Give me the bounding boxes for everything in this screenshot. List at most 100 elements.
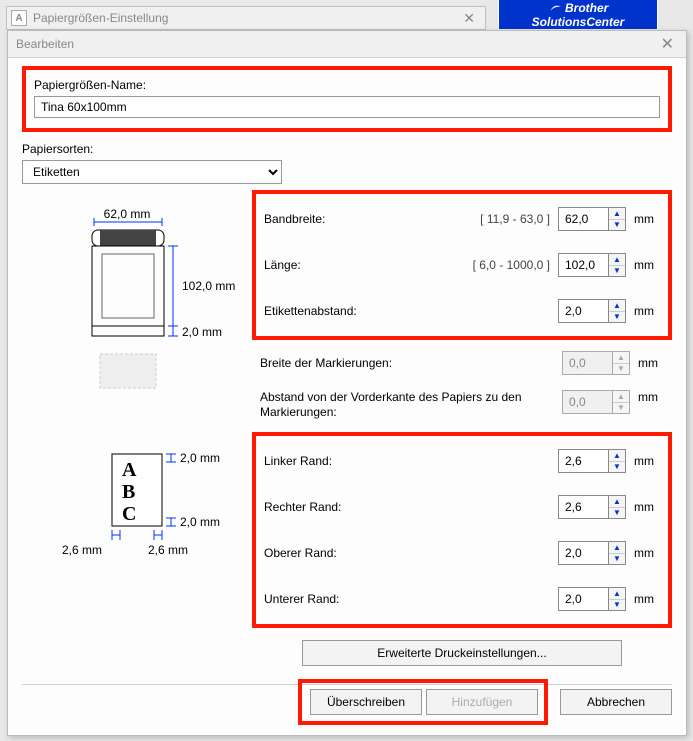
svg-text:2,0 mm: 2,0 mm bbox=[180, 451, 220, 465]
down-icon: ▼ bbox=[613, 403, 629, 414]
name-label: Papiergrößen-Name: bbox=[34, 78, 660, 92]
tape-width-range: [ 11,9 - 63,0 ] bbox=[480, 212, 550, 226]
left-margin-input[interactable] bbox=[558, 449, 608, 473]
svg-text:B: B bbox=[122, 481, 135, 503]
paper-types-select[interactable]: Etiketten bbox=[22, 160, 282, 184]
length-spinner[interactable]: ▲▼ bbox=[558, 253, 626, 277]
mark-dist-spinner: ▲▼ bbox=[562, 390, 630, 414]
up-icon[interactable]: ▲ bbox=[609, 300, 625, 312]
margins-highlight: Linker Rand: ▲▼ mm Rechter Rand: ▲▼ bbox=[252, 432, 672, 628]
parent-window-close-icon[interactable]: ✕ bbox=[457, 10, 481, 27]
length-row: Länge: [ 6,0 - 1000,0 ] ▲▼ mm bbox=[256, 242, 668, 288]
overwrite-button[interactable]: Überschreiben bbox=[310, 689, 422, 715]
brother-line2: SolutionsCenter bbox=[532, 15, 625, 29]
left-margin-spinner[interactable]: ▲▼ bbox=[558, 449, 626, 473]
svg-text:2,0 mm: 2,0 mm bbox=[182, 325, 222, 339]
fields-column: Bandbreite: [ 11,9 - 63,0 ] ▲▼ mm Länge:… bbox=[252, 190, 672, 666]
svg-text:A: A bbox=[122, 459, 137, 481]
svg-text:C: C bbox=[122, 503, 136, 525]
brother-line1: Brother bbox=[565, 1, 608, 15]
bottom-margin-input[interactable] bbox=[558, 587, 608, 611]
app-icon: A bbox=[11, 10, 27, 26]
tape-width-row: Bandbreite: [ 11,9 - 63,0 ] ▲▼ mm bbox=[256, 196, 668, 242]
paper-types-label: Papiersorten: bbox=[22, 142, 672, 156]
name-section-highlight: Papiergrößen-Name: bbox=[22, 66, 672, 132]
down-icon[interactable]: ▼ bbox=[609, 508, 625, 519]
down-icon[interactable]: ▼ bbox=[609, 462, 625, 473]
unit-label: mm bbox=[634, 212, 660, 226]
name-input[interactable] bbox=[34, 96, 660, 118]
down-icon[interactable]: ▼ bbox=[609, 220, 625, 231]
bottom-margin-row: Unterer Rand: ▲▼ mm bbox=[256, 576, 668, 622]
up-icon[interactable]: ▲ bbox=[609, 496, 625, 508]
bottom-margin-spinner[interactable]: ▲▼ bbox=[558, 587, 626, 611]
top-margin-spinner[interactable]: ▲▼ bbox=[558, 541, 626, 565]
svg-text:62,0 mm: 62,0 mm bbox=[104, 207, 151, 221]
top-margin-input[interactable] bbox=[558, 541, 608, 565]
length-input[interactable] bbox=[558, 253, 608, 277]
tape-width-input[interactable] bbox=[558, 207, 608, 231]
length-range: [ 6,0 - 1000,0 ] bbox=[473, 258, 550, 272]
up-icon: ▲ bbox=[613, 391, 629, 403]
down-icon: ▼ bbox=[613, 364, 629, 375]
right-margin-spinner[interactable]: ▲▼ bbox=[558, 495, 626, 519]
right-margin-label: Rechter Rand: bbox=[264, 500, 558, 514]
top-margin-label: Oberer Rand: bbox=[264, 546, 558, 560]
bottom-margin-label: Unterer Rand: bbox=[264, 592, 558, 606]
up-icon[interactable]: ▲ bbox=[609, 208, 625, 220]
label-gap-label: Etikettenabstand: bbox=[264, 304, 558, 318]
length-label: Länge: bbox=[264, 258, 473, 272]
unit-label: mm bbox=[634, 592, 660, 606]
mark-dist-row: Abstand von der Vorderkante des Papiers … bbox=[252, 386, 672, 432]
margins-preview-diagram: A B C 2,0 mm 2,0 mm bbox=[22, 434, 252, 574]
mark-dist-label: Abstand von der Vorderkante des Papiers … bbox=[260, 390, 562, 420]
unit-label: mm bbox=[634, 454, 660, 468]
unit-label: mm bbox=[638, 390, 664, 404]
parent-window-titlebar: A Papiergrößen-Einstellung ✕ bbox=[6, 6, 486, 30]
mark-width-row: Breite der Markierungen: ▲▼ mm bbox=[252, 340, 672, 386]
dialog-close-icon[interactable]: ✕ bbox=[657, 34, 678, 54]
advanced-settings-button[interactable]: Erweiterte Druckeinstellungen... bbox=[302, 640, 622, 666]
label-gap-input[interactable] bbox=[558, 299, 608, 323]
svg-text:2,6 mm: 2,6 mm bbox=[62, 543, 102, 557]
up-icon[interactable]: ▲ bbox=[609, 542, 625, 554]
mark-width-input bbox=[562, 351, 612, 375]
dialog-titlebar: Bearbeiten ✕ bbox=[8, 31, 686, 58]
up-icon[interactable]: ▲ bbox=[609, 254, 625, 266]
brother-solutions-badge[interactable]: Brother SolutionsCenter bbox=[498, 0, 658, 29]
right-margin-row: Rechter Rand: ▲▼ mm bbox=[256, 484, 668, 530]
unit-label: mm bbox=[634, 258, 660, 272]
svg-text:2,0 mm: 2,0 mm bbox=[180, 515, 220, 529]
label-gap-row: Etikettenabstand: ▲▼ mm bbox=[256, 288, 668, 334]
dimensions-highlight: Bandbreite: [ 11,9 - 63,0 ] ▲▼ mm Länge:… bbox=[252, 190, 672, 340]
tape-width-label: Bandbreite: bbox=[264, 212, 480, 226]
down-icon[interactable]: ▼ bbox=[609, 554, 625, 565]
add-button: Hinzufügen bbox=[426, 689, 538, 715]
edit-dialog: Bearbeiten ✕ Papiergrößen-Name: Papierso… bbox=[7, 30, 687, 736]
mark-dist-input bbox=[562, 390, 612, 414]
left-margin-label: Linker Rand: bbox=[264, 454, 558, 468]
tape-width-spinner[interactable]: ▲▼ bbox=[558, 207, 626, 231]
label-gap-spinner[interactable]: ▲▼ bbox=[558, 299, 626, 323]
preview-column: 62,0 mm 102,0 mm bbox=[22, 190, 252, 666]
svg-text:102,0 mm: 102,0 mm bbox=[182, 279, 235, 293]
down-icon[interactable]: ▼ bbox=[609, 266, 625, 277]
brother-swoosh-icon bbox=[548, 1, 562, 15]
unit-label: mm bbox=[634, 546, 660, 560]
up-icon[interactable]: ▲ bbox=[609, 588, 625, 600]
right-margin-input[interactable] bbox=[558, 495, 608, 519]
unit-label: mm bbox=[638, 356, 664, 370]
down-icon[interactable]: ▼ bbox=[609, 600, 625, 611]
dialog-title: Bearbeiten bbox=[16, 37, 74, 51]
mark-width-label: Breite der Markierungen: bbox=[260, 356, 562, 370]
left-margin-row: Linker Rand: ▲▼ mm bbox=[256, 438, 668, 484]
tape-preview-diagram: 62,0 mm 102,0 mm bbox=[22, 204, 252, 394]
mark-width-spinner: ▲▼ bbox=[562, 351, 630, 375]
up-icon[interactable]: ▲ bbox=[609, 450, 625, 462]
unit-label: mm bbox=[634, 500, 660, 514]
cancel-button[interactable]: Abbrechen bbox=[560, 689, 672, 715]
up-icon: ▲ bbox=[613, 352, 629, 364]
action-buttons-highlight: Überschreiben Hinzufügen bbox=[298, 679, 548, 725]
top-margin-row: Oberer Rand: ▲▼ mm bbox=[256, 530, 668, 576]
down-icon[interactable]: ▼ bbox=[609, 312, 625, 323]
